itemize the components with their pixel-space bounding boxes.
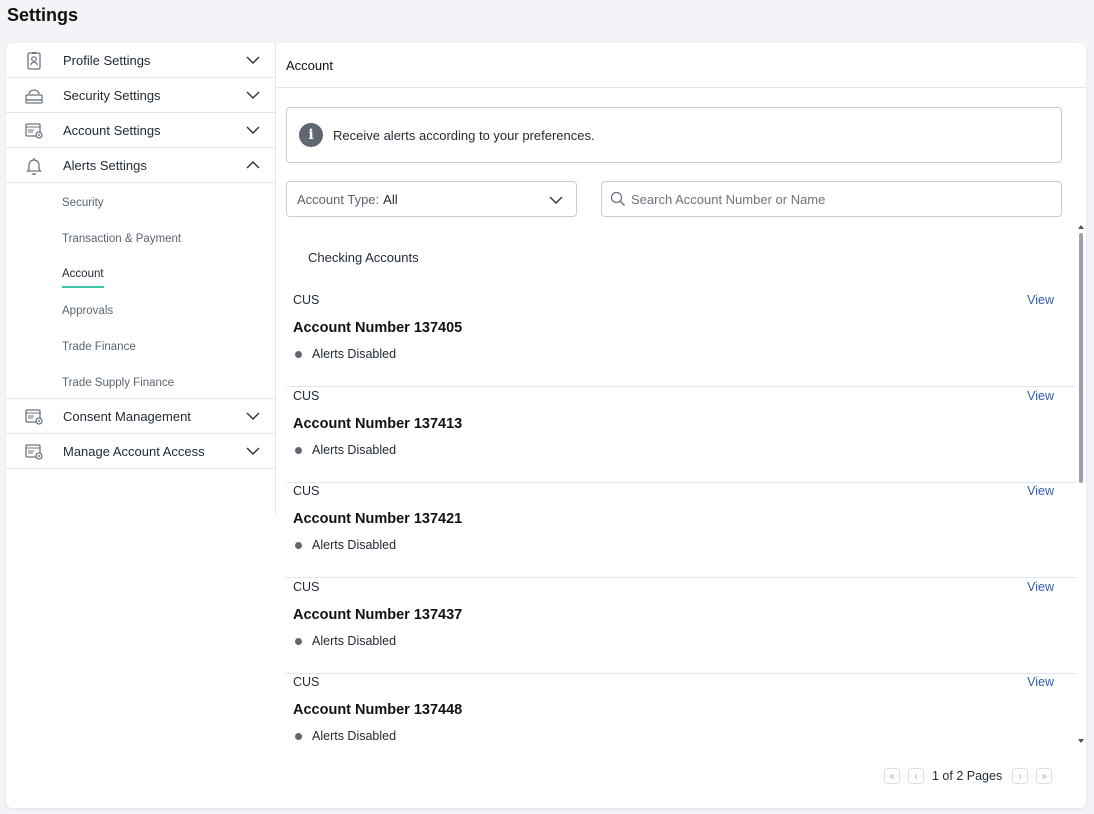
account-type: CUS xyxy=(293,389,320,403)
info-text: Receive alerts according to your prefere… xyxy=(333,127,595,143)
next-page-icon[interactable]: › xyxy=(1012,768,1029,784)
page-title: Settings xyxy=(7,5,79,25)
scroll-down-arrow-icon[interactable] xyxy=(1078,739,1084,743)
sidebar-item-label: Manage Account Access xyxy=(63,443,205,459)
settings-card: Profile Settings Security Settings Accou… xyxy=(6,43,1086,808)
status-dot xyxy=(295,637,302,645)
sidebar-item-label: Alerts Settings xyxy=(63,157,147,173)
sidebar-item-alerts-settings[interactable]: Alerts Settings xyxy=(6,148,275,183)
main-panel: Account i Receive alerts according to yo… xyxy=(277,43,1086,808)
scrollbar-thumb[interactable] xyxy=(1079,233,1083,483)
view-link[interactable]: View xyxy=(1027,580,1054,594)
submenu-item-security[interactable]: Security xyxy=(62,197,104,209)
account-type-value: All xyxy=(383,191,398,207)
submenu-item-approvals[interactable]: Approvals xyxy=(62,305,113,317)
account-type: CUS xyxy=(293,484,320,498)
view-link[interactable]: View xyxy=(1027,389,1054,403)
scrollbar[interactable] xyxy=(1076,223,1084,745)
submenu-item-account[interactable]: Account xyxy=(62,268,104,288)
account-number: Account Number 137448 xyxy=(293,702,463,718)
router-icon xyxy=(25,89,43,104)
account-type-dropdown[interactable]: Account Type: All xyxy=(286,181,577,217)
list-item: CUS Account Number 137437 Alerts Disable… xyxy=(286,578,1076,674)
bell-gear-icon xyxy=(26,158,42,176)
sidebar-item-consent-management[interactable]: Consent Management xyxy=(6,399,275,434)
sidebar-item-profile-settings[interactable]: Profile Settings xyxy=(6,43,275,78)
account-number: Account Number 137405 xyxy=(293,320,463,336)
status-badge: Alerts Disabled xyxy=(295,634,396,648)
sidebar-item-label: Security Settings xyxy=(63,87,161,103)
id-badge-icon xyxy=(27,52,41,70)
chevron-down-icon xyxy=(549,196,563,204)
status-text: Alerts Disabled xyxy=(312,443,397,457)
page-indicator: 1 of 2 Pages xyxy=(932,769,1003,783)
chevron-down-icon[interactable] xyxy=(245,443,261,459)
sidebar-item-account-settings[interactable]: Account Settings xyxy=(6,113,275,148)
status-text: Alerts Disabled xyxy=(312,538,397,552)
chevron-up-icon[interactable] xyxy=(245,157,261,173)
list-item: CUS Account Number 137448 Alerts Disable… xyxy=(286,673,1076,745)
status-badge: Alerts Disabled xyxy=(295,729,396,743)
status-text: Alerts Disabled xyxy=(312,347,397,361)
prev-page-icon[interactable]: ‹ xyxy=(908,768,924,784)
view-link[interactable]: View xyxy=(1027,293,1054,307)
submenu-item-trade-finance[interactable]: Trade Finance xyxy=(62,341,136,353)
account-gear-icon xyxy=(25,409,43,425)
panel-title: Account xyxy=(277,43,1086,88)
account-type: CUS xyxy=(293,675,320,689)
status-dot xyxy=(295,732,302,740)
list-item: CUS Account Number 137413 Alerts Disable… xyxy=(286,387,1076,483)
chevron-down-icon[interactable] xyxy=(245,52,261,68)
sidebar-item-label: Consent Management xyxy=(63,408,191,424)
last-page-icon[interactable]: » xyxy=(1036,768,1053,784)
chevron-down-icon[interactable] xyxy=(245,408,261,424)
sidebar-item-security-settings[interactable]: Security Settings xyxy=(6,78,275,113)
account-type: CUS xyxy=(293,580,320,594)
search-icon xyxy=(610,191,625,206)
chevron-down-icon[interactable] xyxy=(245,87,261,103)
sidebar-item-manage-account-access[interactable]: Manage Account Access xyxy=(6,434,275,469)
submenu-item-trade-supply-finance[interactable]: Trade Supply Finance xyxy=(62,377,174,389)
account-number: Account Number 137437 xyxy=(293,607,463,623)
account-number: Account Number 137421 xyxy=(293,511,463,527)
info-banner: i Receive alerts according to your prefe… xyxy=(286,107,1062,163)
account-number: Account Number 137413 xyxy=(293,416,463,432)
status-badge: Alerts Disabled xyxy=(295,538,396,552)
first-page-icon[interactable]: « xyxy=(884,768,900,784)
account-list: Checking Accounts CUS Account Number 137… xyxy=(277,223,1085,745)
chevron-down-icon[interactable] xyxy=(245,122,261,138)
pagination: « ‹ 1 of 2 Pages › » xyxy=(884,767,1060,785)
account-gear-icon xyxy=(25,444,43,460)
account-type-label: Account Type: xyxy=(297,191,380,207)
account-gear-icon xyxy=(25,123,43,139)
status-badge: Alerts Disabled xyxy=(295,443,396,457)
list-item: CUS Account Number 137421 Alerts Disable… xyxy=(286,482,1076,578)
settings-sidebar: Profile Settings Security Settings Accou… xyxy=(6,43,276,515)
sidebar-item-label: Profile Settings xyxy=(63,52,151,68)
status-text: Alerts Disabled xyxy=(312,634,397,648)
status-text: Alerts Disabled xyxy=(312,729,397,743)
info-icon: i xyxy=(299,123,323,147)
status-dot xyxy=(295,446,302,454)
group-title: Checking Accounts xyxy=(308,250,419,265)
submenu-item-transaction-payment[interactable]: Transaction & Payment xyxy=(62,233,181,245)
status-badge: Alerts Disabled xyxy=(295,347,396,361)
scroll-up-arrow-icon[interactable] xyxy=(1078,225,1084,229)
search-box[interactable] xyxy=(601,181,1062,217)
search-input[interactable] xyxy=(631,191,1051,207)
account-type: CUS xyxy=(293,293,320,307)
status-dot xyxy=(295,350,302,358)
view-link[interactable]: View xyxy=(1027,675,1054,689)
view-link[interactable]: View xyxy=(1027,484,1054,498)
list-item: CUS Account Number 137405 Alerts Disable… xyxy=(286,291,1076,387)
status-dot xyxy=(295,541,302,549)
alerts-submenu: Security Transaction & Payment Account A… xyxy=(6,183,275,399)
sidebar-item-label: Account Settings xyxy=(63,122,161,138)
